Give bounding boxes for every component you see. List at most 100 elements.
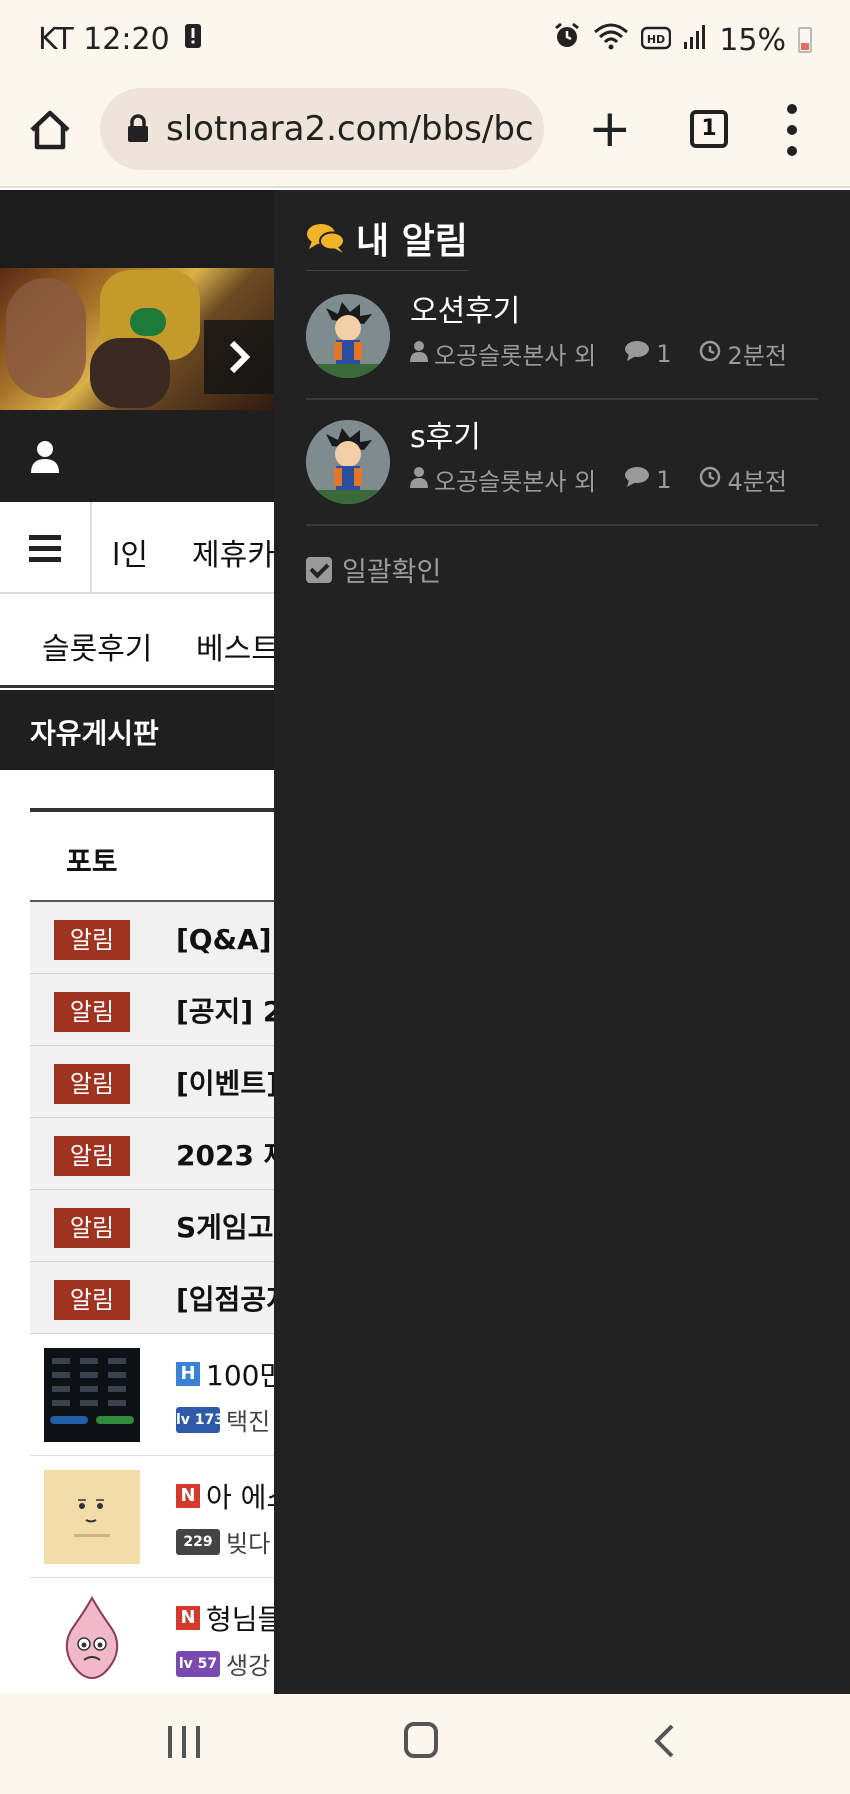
avatar (306, 294, 390, 378)
notification-item[interactable]: s후기 오공슬롯본사 외 1 4분전 (306, 402, 818, 526)
post-thumbnail[interactable] (44, 1592, 140, 1686)
post-title[interactable]: N 아 에스 (176, 1476, 274, 1516)
more-menu-icon[interactable] (784, 104, 800, 156)
notice-row[interactable]: 알림 S게임고 (30, 1190, 274, 1262)
svg-text:HD: HD (647, 33, 665, 46)
clock-icon (699, 340, 721, 368)
level-badge: lv 57 (176, 1650, 220, 1677)
hamburger-menu-icon[interactable] (0, 502, 92, 594)
alert-icon (184, 22, 202, 57)
board-title: 자유게시판 (30, 717, 159, 750)
confirm-all-button[interactable]: 일괄확인 (306, 550, 441, 589)
notice-row[interactable]: 알림 [이벤트] (30, 1046, 274, 1118)
hd-icon: HD (641, 23, 672, 58)
sub-nav-item[interactable]: 베스트 (196, 624, 274, 668)
new-tab-plus-icon[interactable]: + (588, 103, 632, 155)
post-thumbnail[interactable] (44, 1348, 140, 1442)
battery-icon (798, 27, 812, 53)
home-button-icon[interactable] (26, 106, 74, 154)
comment-count: 1 (656, 465, 672, 494)
wifi-icon (593, 22, 629, 58)
board-title-bar: 자유게시판 (0, 690, 274, 770)
notification-meta: 오공슬롯본사 외 1 2분전 (410, 336, 815, 371)
comments-icon (306, 222, 346, 254)
checkbox-icon (306, 556, 332, 583)
post-author: 빚다 (226, 1530, 271, 1558)
level-badge: 229 (176, 1528, 220, 1555)
notice-badge: 알림 (54, 992, 130, 1032)
system-navigation-bar (0, 1694, 850, 1794)
nav-item[interactable]: l인 (112, 530, 148, 574)
carrier-time: KT 12:20 (38, 22, 170, 57)
banner-image[interactable] (0, 268, 274, 410)
address-bar[interactable]: slotnara2.com/bbs/bc (100, 88, 544, 170)
notice-title[interactable]: 2023 제 (176, 1134, 274, 1174)
user-bar (0, 410, 274, 502)
new-badge: N (176, 1606, 200, 1630)
notice-title[interactable]: [공지] 20 (176, 990, 274, 1030)
home-icon[interactable] (404, 1722, 438, 1758)
post-meta: 229 빚다 (176, 1524, 270, 1559)
back-icon[interactable] (652, 1724, 676, 1758)
notice-badge: 알림 (54, 1208, 130, 1248)
notice-row[interactable]: 알림 [입점공지 (30, 1262, 274, 1334)
alarm-icon (553, 22, 581, 58)
post-row[interactable]: N 아 에스 229 빚다 (30, 1456, 274, 1578)
post-author: 생강 (226, 1652, 271, 1680)
notification-title[interactable]: 오션후기 (410, 286, 520, 330)
sub-nav-item[interactable]: 슬롯후기 (42, 624, 152, 668)
post-title[interactable]: H 100만 (176, 1354, 274, 1394)
tab-switcher-button[interactable]: 1 (690, 110, 728, 148)
post-row[interactable]: H 100만 lv 173 택진 (30, 1334, 274, 1456)
signal-icon (683, 23, 707, 58)
avatar (306, 420, 390, 504)
post-row[interactable]: N 형님들 lv 57 생강 (30, 1578, 274, 1694)
notification-title[interactable]: s후기 (410, 412, 481, 456)
notice-row[interactable]: 알림 [Q&A] 번 (30, 902, 274, 974)
post-title-text[interactable]: 형님들 (206, 1598, 274, 1638)
nav-item[interactable]: 제휴카 (192, 530, 274, 574)
url-text: slotnara2.com/bbs/bc (166, 109, 534, 149)
post-thumbnail[interactable] (44, 1470, 140, 1564)
notice-title[interactable]: S게임고 (176, 1206, 273, 1246)
notice-badge: 알림 (54, 1136, 130, 1176)
notice-badge: 알림 (54, 920, 130, 960)
notification-time: 2분전 (727, 342, 787, 370)
notice-row[interactable]: 알림 2023 제 (30, 1118, 274, 1190)
notice-title[interactable]: [Q&A] 번 (176, 918, 274, 958)
notification-item[interactable]: 오션후기 오공슬롯본사 외 1 2분전 (306, 276, 818, 400)
notification-author: 오공슬롯본사 외 (434, 342, 597, 370)
notice-badge: 알림 (54, 1280, 130, 1320)
user-icon (410, 340, 428, 368)
post-meta: lv 173 택진 (176, 1402, 270, 1437)
user-icon[interactable] (30, 440, 60, 474)
post-author: 택진 (226, 1408, 271, 1436)
background-page: l인 제휴카 슬롯후기 베스트 자유게시판 포토 알림 [Q&A] 번 알림 [공지… (0, 190, 274, 1694)
comment-icon (624, 466, 650, 494)
notice-title[interactable]: [입점공지 (176, 1278, 274, 1318)
clock-icon (699, 466, 721, 494)
post-title-text[interactable]: 100만 (206, 1354, 274, 1394)
level-badge: lv 173 (176, 1406, 224, 1433)
table-header-photo: 포토 (66, 845, 118, 878)
post-table: 포토 알림[Q&A] 번 알림[공지] 20 알림[이벤트] 알림2023 제 … (30, 808, 274, 1694)
post-title-text[interactable]: 아 에스 (206, 1476, 274, 1516)
banner-next-icon[interactable] (204, 320, 274, 394)
comment-count: 1 (656, 339, 672, 368)
notice-row[interactable]: 알림 [공지] 20 (30, 974, 274, 1046)
new-badge: N (176, 1484, 200, 1508)
notice-badge: 알림 (54, 1064, 130, 1104)
comment-icon (624, 340, 650, 368)
panel-title: 내 알림 (356, 221, 468, 262)
notice-title[interactable]: [이벤트] (176, 1062, 274, 1102)
hot-badge: H (176, 1362, 200, 1386)
table-header: 포토 (30, 812, 274, 902)
notification-panel: 내 알림 오션후기 오공슬롯본사 외 1 2분전 s후기 오공슬롯본사 외 1 … (274, 190, 850, 1694)
browser-toolbar: slotnara2.com/bbs/bc + 1 (0, 84, 850, 188)
recent-apps-icon[interactable] (168, 1726, 200, 1758)
sub-nav: 슬롯후기 베스트 (0, 596, 274, 688)
main-nav: l인 제휴카 (0, 502, 274, 594)
post-title[interactable]: N 형님들 (176, 1598, 274, 1638)
confirm-all-label: 일괄확인 (342, 557, 442, 588)
notification-time: 4분전 (727, 468, 787, 496)
